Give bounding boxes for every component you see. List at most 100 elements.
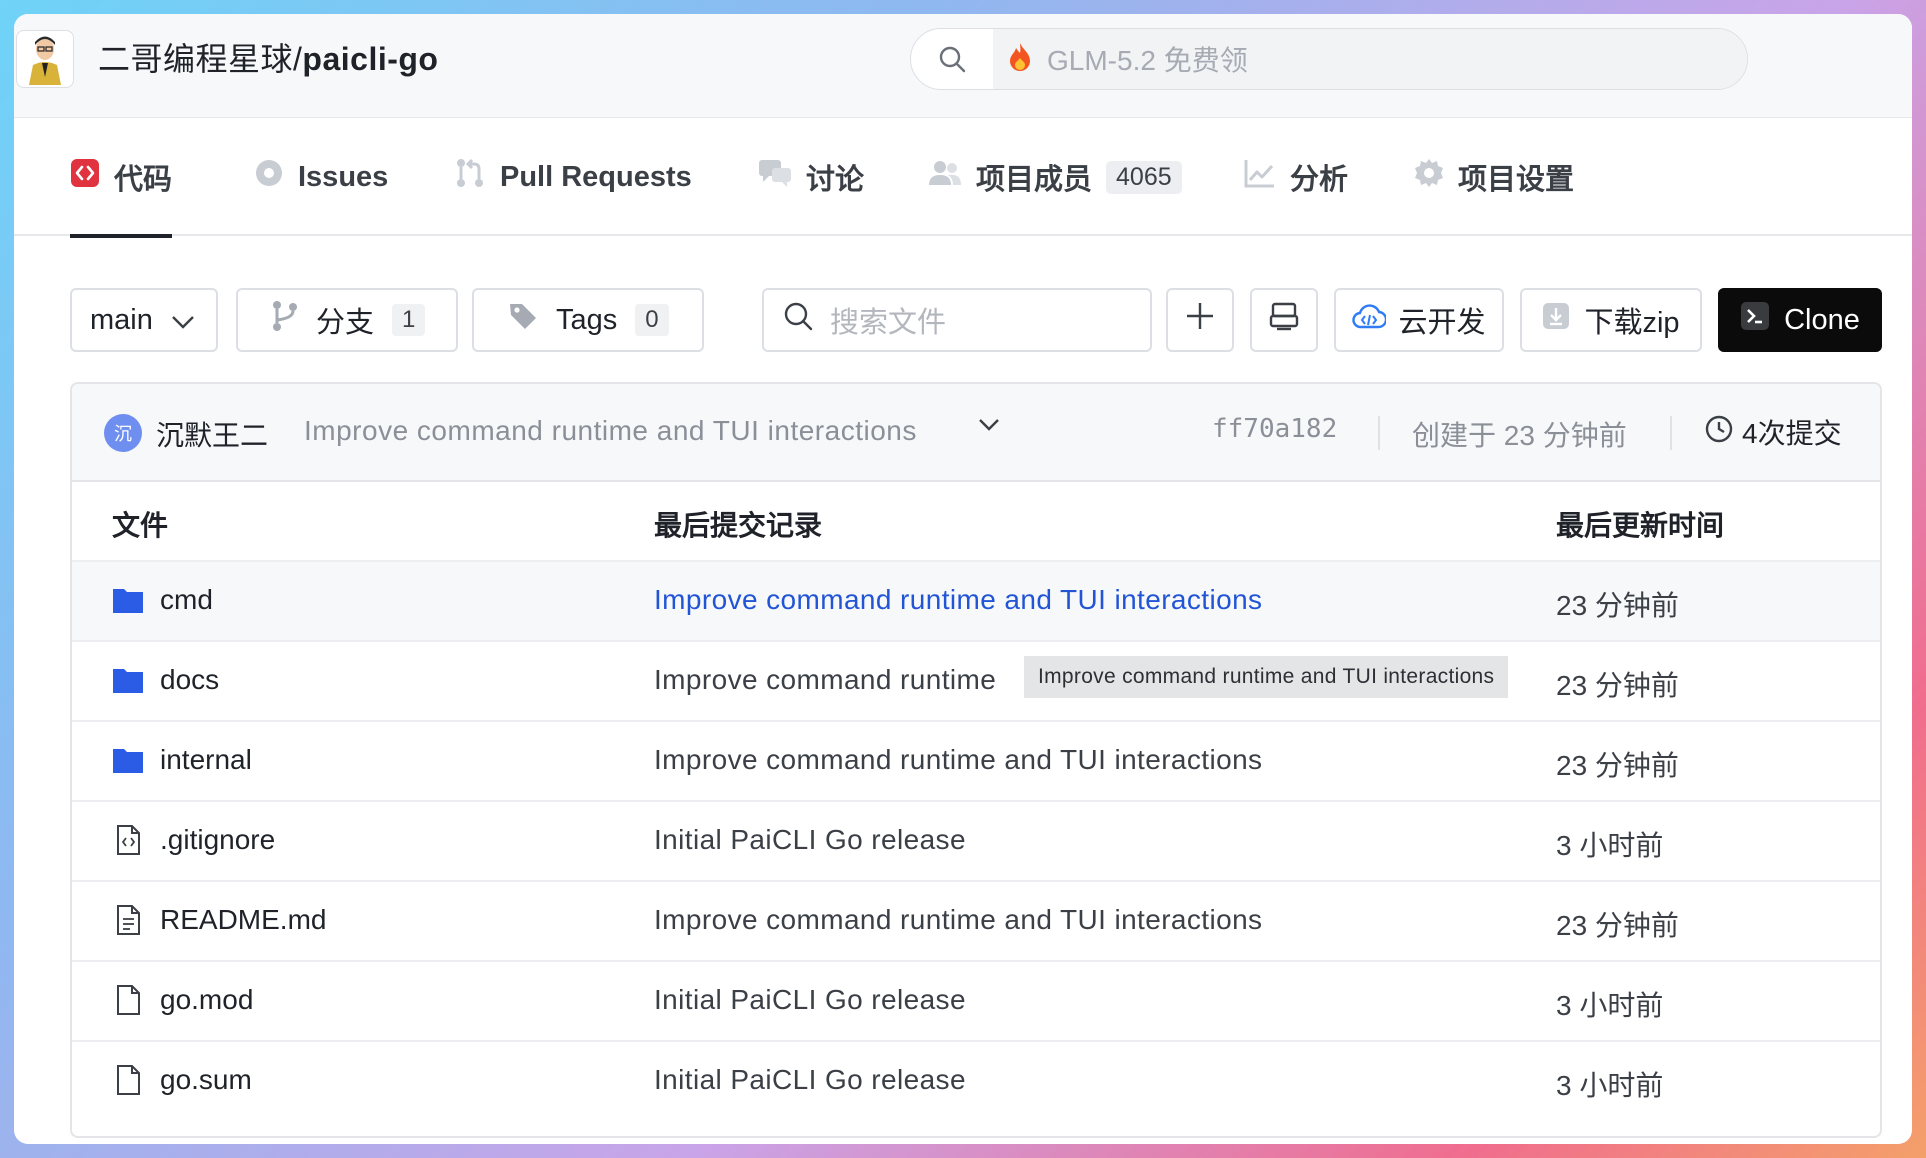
- column-header-last-commit: 最后提交记录: [654, 510, 823, 541]
- tab-code[interactable]: 代码: [70, 118, 173, 238]
- clock-icon: [1704, 414, 1734, 451]
- global-search-placeholder: GLM-5.2 免费领: [1047, 45, 1248, 76]
- tab-analytics[interactable]: 分析: [1244, 118, 1348, 236]
- column-header-updated: 最后更新时间: [1556, 510, 1725, 541]
- members-count-badge: 4065: [1106, 160, 1182, 194]
- search-icon: [911, 29, 993, 89]
- terminal-icon: [1740, 301, 1770, 339]
- file-updated-time: 23 分钟前: [1556, 670, 1679, 701]
- divider: [1378, 416, 1380, 450]
- fire-icon: [1007, 42, 1033, 77]
- tab-issues[interactable]: Issues: [254, 118, 388, 236]
- file-search-placeholder: 搜索文件: [830, 307, 947, 339]
- tag-icon: [508, 301, 538, 339]
- tab-pull-requests[interactable]: Pull Requests: [454, 118, 692, 236]
- members-icon: [928, 158, 962, 196]
- commit-author[interactable]: 沉默王二: [156, 414, 268, 454]
- global-search[interactable]: GLM-5.2 免费领: [910, 28, 1748, 90]
- file-commit-message[interactable]: Initial PaiCLI Go release: [654, 1064, 966, 1096]
- column-header-file: 文件: [112, 510, 169, 541]
- file-commit-message[interactable]: Improve command runtime and TUI interact…: [654, 904, 1262, 936]
- file-search-input[interactable]: 搜索文件: [762, 288, 1152, 352]
- branch-select-value: main: [90, 303, 153, 336]
- table-row[interactable]: README.md Improve command runtime and TU…: [72, 882, 1880, 962]
- file-commit-message[interactable]: Improve command runtime: [654, 664, 996, 696]
- repo-owner: 二哥编程星球/: [98, 41, 303, 77]
- branches-label: 分支: [316, 307, 375, 339]
- cloud-dev-button[interactable]: 云开发: [1334, 288, 1504, 352]
- pull-request-icon: [454, 157, 486, 197]
- branch-select[interactable]: main: [70, 288, 218, 352]
- file-name[interactable]: go.mod: [160, 984, 253, 1016]
- file-updated-time: 23 分钟前: [1556, 590, 1679, 621]
- plus-icon: [1185, 301, 1215, 339]
- tags-button[interactable]: Tags 0: [472, 288, 704, 352]
- table-row[interactable]: cmd Improve command runtime and TUI inte…: [72, 562, 1880, 642]
- tab-discussions-label: 讨论: [806, 164, 865, 196]
- file-commit-message[interactable]: Initial PaiCLI Go release: [654, 984, 966, 1016]
- code-file-icon: [112, 824, 144, 856]
- code-icon: [70, 158, 100, 196]
- repo-avatar[interactable]: [16, 30, 74, 88]
- author-avatar[interactable]: 沉: [104, 414, 142, 452]
- table-row[interactable]: docs Improve command runtime Improve com…: [72, 642, 1880, 722]
- issue-icon: [254, 158, 284, 196]
- latest-commit-bar: 沉 沉默王二 Improve command runtime and TUI i…: [72, 384, 1880, 482]
- file-name[interactable]: go.sum: [160, 1064, 252, 1096]
- tab-settings[interactable]: 项目设置: [1414, 118, 1574, 236]
- commit-message-tooltip: Improve command runtime and TUI interact…: [1024, 656, 1509, 698]
- gear-icon: [1414, 158, 1444, 196]
- table-row[interactable]: go.mod Initial PaiCLI Go release 3 小时前: [72, 962, 1880, 1042]
- clone-button[interactable]: Clone: [1718, 288, 1882, 352]
- app-window: 二哥编程星球/paicli-go GLM-5.2 免费领 代码 Issues P…: [14, 14, 1912, 1144]
- file-name[interactable]: internal: [160, 744, 252, 776]
- chevron-down-icon[interactable]: [978, 418, 1000, 437]
- file-commit-message[interactable]: Improve command runtime and TUI interact…: [654, 744, 1262, 776]
- tab-issues-label: Issues: [298, 160, 389, 193]
- tags-count: 0: [635, 304, 669, 336]
- tab-members-label: 项目成员: [976, 164, 1093, 196]
- server-icon: [1269, 301, 1299, 339]
- file-updated-time: 3 小时前: [1556, 830, 1664, 861]
- table-row[interactable]: internal Improve command runtime and TUI…: [72, 722, 1880, 802]
- repo-nav: 代码 Issues Pull Requests 讨论 项目成员 4065 分析 …: [14, 118, 1912, 238]
- file-panel: 沉 沉默王二 Improve command runtime and TUI i…: [70, 382, 1882, 1138]
- repo-title[interactable]: 二哥编程星球/paicli-go: [98, 36, 438, 82]
- table-row[interactable]: .gitignore Initial PaiCLI Go release 3 小…: [72, 802, 1880, 882]
- download-zip-button[interactable]: 下载zip: [1520, 288, 1702, 352]
- tab-code-label: 代码: [114, 164, 173, 196]
- folder-icon: [112, 584, 144, 616]
- workspace-button[interactable]: [1250, 288, 1318, 352]
- file-icon: [112, 984, 144, 1016]
- file-updated-time: 3 小时前: [1556, 1070, 1664, 1101]
- folder-icon: [112, 664, 144, 696]
- table-header: 文件 最后提交记录 最后更新时间: [72, 482, 1880, 562]
- cloud-dev-label: 云开发: [1398, 307, 1486, 339]
- clone-label: Clone: [1784, 303, 1860, 336]
- commit-sha[interactable]: ff70a182: [1212, 414, 1337, 444]
- discussion-icon: [758, 158, 792, 196]
- top-bar: 二哥编程星球/paicli-go GLM-5.2 免费领: [14, 14, 1912, 118]
- tags-label: Tags: [556, 303, 618, 336]
- file-commit-message[interactable]: Improve command runtime and TUI interact…: [654, 584, 1262, 616]
- branches-button[interactable]: 分支 1: [236, 288, 458, 352]
- commit-message[interactable]: Improve command runtime and TUI interact…: [304, 415, 917, 447]
- repo-name: paicli-go: [302, 41, 439, 77]
- file-name[interactable]: docs: [160, 664, 219, 696]
- tab-settings-label: 项目设置: [1458, 164, 1575, 196]
- add-file-button[interactable]: [1166, 288, 1234, 352]
- tab-discussions[interactable]: 讨论: [758, 118, 864, 236]
- file-name[interactable]: cmd: [160, 584, 213, 616]
- file-commit-message[interactable]: Initial PaiCLI Go release: [654, 824, 966, 856]
- table-row[interactable]: go.sum Initial PaiCLI Go release 3 小时前: [72, 1042, 1880, 1122]
- divider: [1670, 416, 1672, 450]
- cloud-code-icon: [1352, 303, 1388, 337]
- download-zip-label: 下载zip: [1584, 307, 1680, 339]
- tab-members[interactable]: 项目成员 4065: [928, 118, 1182, 236]
- file-name[interactable]: .gitignore: [160, 824, 275, 856]
- commit-count-link[interactable]: 4次提交: [1704, 412, 1842, 452]
- file-name[interactable]: README.md: [160, 904, 326, 936]
- branch-icon: [272, 300, 298, 340]
- avatar-figure-icon: [29, 36, 61, 85]
- file-icon: [112, 1064, 144, 1096]
